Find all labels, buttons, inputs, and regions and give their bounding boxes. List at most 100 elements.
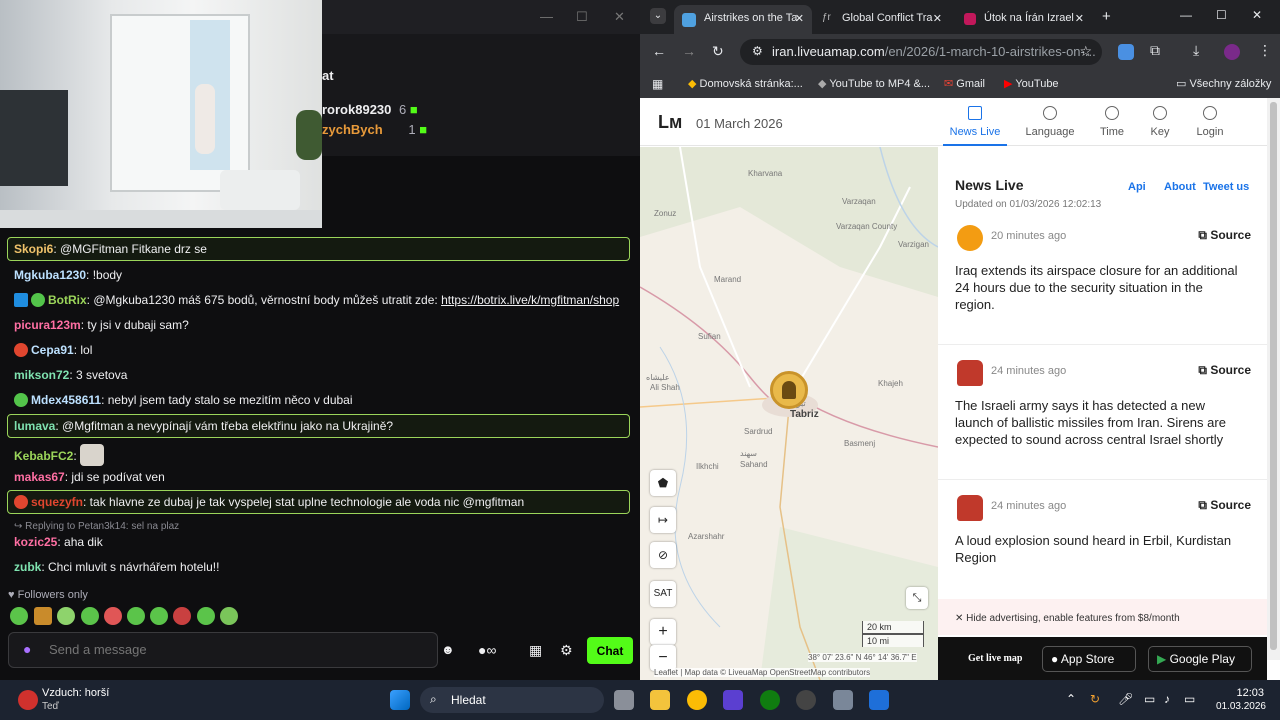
close-tab-icon[interactable]: ✕ — [1075, 12, 1084, 25]
chat-username[interactable]: KebabFC2 — [14, 449, 73, 463]
about-link[interactable]: About — [1164, 181, 1196, 193]
chat-username[interactable]: Mdex458611 — [31, 393, 101, 407]
map-attribution[interactable]: Leaflet | Map data © LiveuaMap OpenStree… — [654, 668, 871, 677]
news-item[interactable]: 20 minutes ago ⧉ Source Iraq extends its… — [938, 211, 1267, 345]
app-icon[interactable] — [869, 690, 889, 710]
emote-icon[interactable] — [81, 607, 99, 625]
chat-username[interactable]: BotRix — [48, 293, 87, 307]
missile-marker-icon[interactable] — [770, 371, 808, 409]
chat-message[interactable]: lumava: @Mgfitman a nevypínají vám třeba… — [14, 418, 393, 434]
weather-status[interactable]: Vzduch: horší — [42, 687, 109, 699]
network-icon[interactable]: ▭ — [1144, 692, 1155, 706]
new-tab-icon[interactable]: + — [1102, 8, 1111, 25]
store-icon[interactable]: ▦ — [529, 642, 542, 659]
bookmark-item[interactable]: ◆ Domovská stránka:... — [688, 77, 803, 90]
nav-news-live[interactable]: News Live — [943, 104, 1007, 146]
battery-icon[interactable]: ▭ — [1184, 692, 1195, 706]
api-link[interactable]: Api — [1128, 181, 1146, 193]
extension-icon[interactable] — [1118, 44, 1134, 60]
chat-message[interactable]: squezyfn: tak hlavne ze dubaj je tak vys… — [14, 494, 524, 510]
news-item[interactable]: 24 minutes ago ⧉ Source The Israeli army… — [938, 346, 1267, 480]
tab-global-conflict[interactable]: ƒr Global Conflict Tra ✕ — [812, 5, 950, 34]
emote-icon[interactable] — [150, 607, 168, 625]
chat-username[interactable]: picura123m — [14, 318, 81, 332]
stream-video-thumbnail[interactable] — [0, 0, 322, 228]
tray-chevron-icon[interactable]: ⌃ — [1066, 692, 1076, 706]
maximize-button[interactable]: ☐ — [576, 9, 588, 25]
chat-username[interactable]: mikson72 — [14, 368, 69, 382]
page-scrollbar[interactable] — [1267, 98, 1280, 660]
chat-message[interactable]: BotRix: @Mgkuba1230 máš 675 bodů, věrnos… — [14, 292, 619, 308]
settings-icon[interactable]: ⚙ — [560, 642, 573, 659]
chat-message[interactable]: Mdex458611: nebyl jsem tady stalo se mez… — [14, 392, 353, 408]
emote-icon[interactable] — [10, 607, 28, 625]
app-icon[interactable] — [796, 690, 816, 710]
bookmark-star-icon[interactable]: ☆ — [1079, 43, 1092, 60]
chat-message[interactable]: Skopi6: @MGFitman Fitkane drz se — [14, 241, 207, 257]
tray-app-icon[interactable]: ↻ — [1090, 692, 1100, 706]
map-view[interactable]: Kharvana Zonuz Varzaqan Varzaqan County … — [640, 147, 938, 680]
apps-grid-icon[interactable]: ▦ — [652, 77, 663, 91]
microphone-icon[interactable]: 🎤︎ — [1118, 692, 1133, 706]
chat-message[interactable]: makas67: jdi se podívat ven — [14, 469, 165, 485]
hide-ad-link[interactable]: ✕ Hide advertising, enable features from… — [955, 613, 1180, 624]
chrome-icon[interactable] — [687, 690, 707, 710]
hide-layer-icon[interactable]: ⊘ — [650, 542, 676, 568]
file-explorer-icon[interactable] — [650, 690, 670, 710]
liveuamap-logo-icon[interactable]: Lм — [658, 112, 682, 133]
send-chat-button[interactable]: Chat — [587, 637, 633, 664]
app-store-badge[interactable]: ● App Store — [1042, 646, 1136, 672]
chat-username[interactable]: makas67 — [14, 470, 65, 484]
emote-icon[interactable] — [104, 607, 122, 625]
menu-icon[interactable]: ⋮ — [1258, 42, 1272, 59]
taskbar-search[interactable]: ⌕ Hledat — [420, 687, 604, 713]
task-view-icon[interactable] — [614, 690, 634, 710]
tab-airstrikes[interactable]: Airstrikes on the Ta ✕ — [674, 5, 812, 34]
microphone-icon[interactable]: ● — [23, 641, 31, 657]
measure-icon[interactable]: ↦ — [650, 507, 676, 533]
source-link[interactable]: ⧉ Source — [1198, 363, 1251, 378]
chat-message[interactable]: Cepa91: lol — [14, 342, 92, 358]
weather-icon[interactable] — [18, 690, 38, 710]
emote-icon[interactable] — [127, 607, 145, 625]
reply-context[interactable]: ↪ Replying to Petan3k14: sel na plaz — [14, 519, 179, 535]
bookmark-item[interactable]: ✉ Gmail — [944, 77, 985, 90]
close-button[interactable]: ✕ — [1252, 8, 1262, 22]
volume-icon[interactable]: ♪ — [1164, 692, 1170, 706]
chat-username[interactable]: Cepa91 — [31, 343, 74, 357]
current-date[interactable]: 01 March 2026 — [696, 116, 783, 131]
chat-username[interactable]: lumava — [14, 419, 55, 433]
reload-icon[interactable]: ↻ — [712, 43, 724, 60]
download-icon[interactable]: ⤓ — [1193, 42, 1199, 59]
emote-icon[interactable] — [220, 607, 238, 625]
xbox-icon[interactable] — [760, 690, 780, 710]
forward-icon[interactable]: → — [682, 43, 696, 59]
chat-message[interactable]: Mgkuba1230: !body — [14, 267, 122, 283]
emote-icon[interactable] — [57, 607, 75, 625]
tab-search-icon[interactable]: ⌄ — [650, 8, 666, 24]
clock-date[interactable]: 01.03.2026 — [1212, 701, 1266, 712]
emoji-icon[interactable]: ☻ — [441, 642, 455, 657]
profile-avatar[interactable] — [1224, 44, 1240, 60]
chat-username[interactable]: Skopi6 — [14, 242, 53, 256]
source-link[interactable]: ⧉ Source — [1198, 228, 1251, 243]
chat-username[interactable]: kozic25 — [14, 535, 57, 549]
emote-icon[interactable] — [173, 607, 191, 625]
all-bookmarks[interactable]: ▭ Všechny záložky — [1176, 77, 1271, 90]
chat-username[interactable]: squezyfn — [31, 495, 83, 509]
fullscreen-icon[interactable]: ⤡ — [906, 587, 928, 609]
chat-message[interactable]: mikson72: 3 svetova — [14, 367, 127, 383]
chat-message[interactable]: KebabFC2: — [14, 444, 104, 466]
chat-link[interactable]: https://botrix.live/k/mgfitman/shop — [441, 293, 619, 307]
back-icon[interactable]: ← — [652, 43, 666, 59]
bookmark-item[interactable]: ▶ YouTube — [1004, 77, 1059, 90]
chat-message[interactable]: kozic25: aha dik — [14, 534, 103, 550]
bookmark-item[interactable]: ◆ YouTube to MP4 &... — [818, 77, 930, 90]
site-info-icon[interactable]: ⚙ — [752, 44, 763, 58]
emote-icon[interactable] — [34, 607, 52, 625]
scrollbar-thumb[interactable] — [1270, 102, 1277, 650]
ad-banner[interactable]: ✕ Hide advertising, enable features from… — [938, 599, 1267, 635]
tweet-us-link[interactable]: Tweet us — [1203, 181, 1249, 193]
chat-username[interactable]: zubk — [14, 560, 41, 574]
tab-utok-na-iran[interactable]: Útok na Írán Izrael ✕ — [954, 5, 1092, 34]
